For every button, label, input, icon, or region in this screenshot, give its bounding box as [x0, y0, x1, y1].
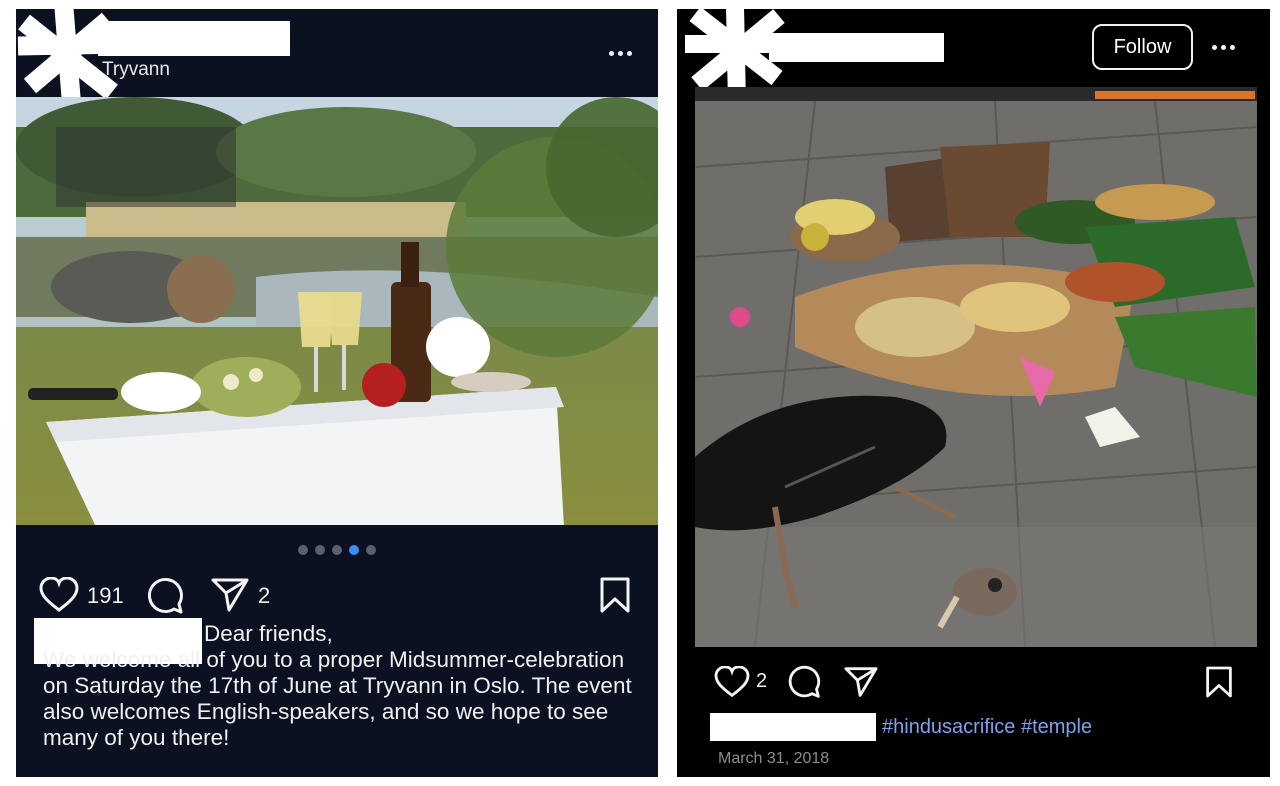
left-post: Tryvann 191 2 Dear friends, We welcome a… — [16, 7, 658, 777]
post-caption: Dear friends, We welcome all of you to a… — [43, 621, 643, 751]
action-bar: 2 — [677, 662, 1270, 702]
bookmark-icon[interactable] — [1205, 666, 1233, 698]
midsummer-table-photo-icon — [16, 97, 658, 525]
carousel-dot — [298, 545, 308, 555]
caption-greeting: Dear friends, — [204, 621, 333, 646]
carousel-dot — [332, 545, 342, 555]
caption-body: We welcome all of you to a proper Midsum… — [43, 647, 632, 750]
hashtags[interactable]: #hindusacrifice #temple — [882, 716, 1092, 739]
post-date: March 31, 2018 — [718, 750, 830, 767]
username-redaction — [769, 33, 944, 62]
likes-count[interactable]: 2 — [756, 670, 767, 693]
share-icon[interactable] — [844, 666, 878, 698]
bookmark-icon[interactable] — [599, 577, 631, 613]
post-photo[interactable] — [695, 87, 1257, 647]
share-icon[interactable] — [211, 577, 249, 613]
follow-button[interactable]: Follow — [1092, 24, 1193, 70]
caption-username-redaction — [710, 713, 876, 741]
post-photo[interactable] — [16, 97, 658, 525]
heart-icon[interactable] — [714, 666, 750, 698]
comment-icon[interactable] — [146, 577, 184, 615]
carousel-indicator — [298, 545, 376, 555]
more-icon[interactable] — [1210, 42, 1240, 52]
shares-count: 2 — [258, 583, 271, 608]
carousel-dot — [366, 545, 376, 555]
action-bar: 191 2 — [16, 575, 658, 615]
more-icon[interactable] — [607, 48, 637, 58]
likes-count[interactable]: 191 — [87, 583, 124, 609]
carousel-dot-active — [349, 545, 359, 555]
carousel-dot — [315, 545, 325, 555]
post-location[interactable]: Tryvann — [102, 59, 170, 81]
comment-icon[interactable] — [787, 665, 821, 699]
right-post: Follow 2 #hindusacrifice #temple March 3… — [677, 5, 1270, 777]
temple-offerings-photo-icon — [695, 87, 1257, 647]
heart-icon[interactable] — [39, 577, 79, 613]
